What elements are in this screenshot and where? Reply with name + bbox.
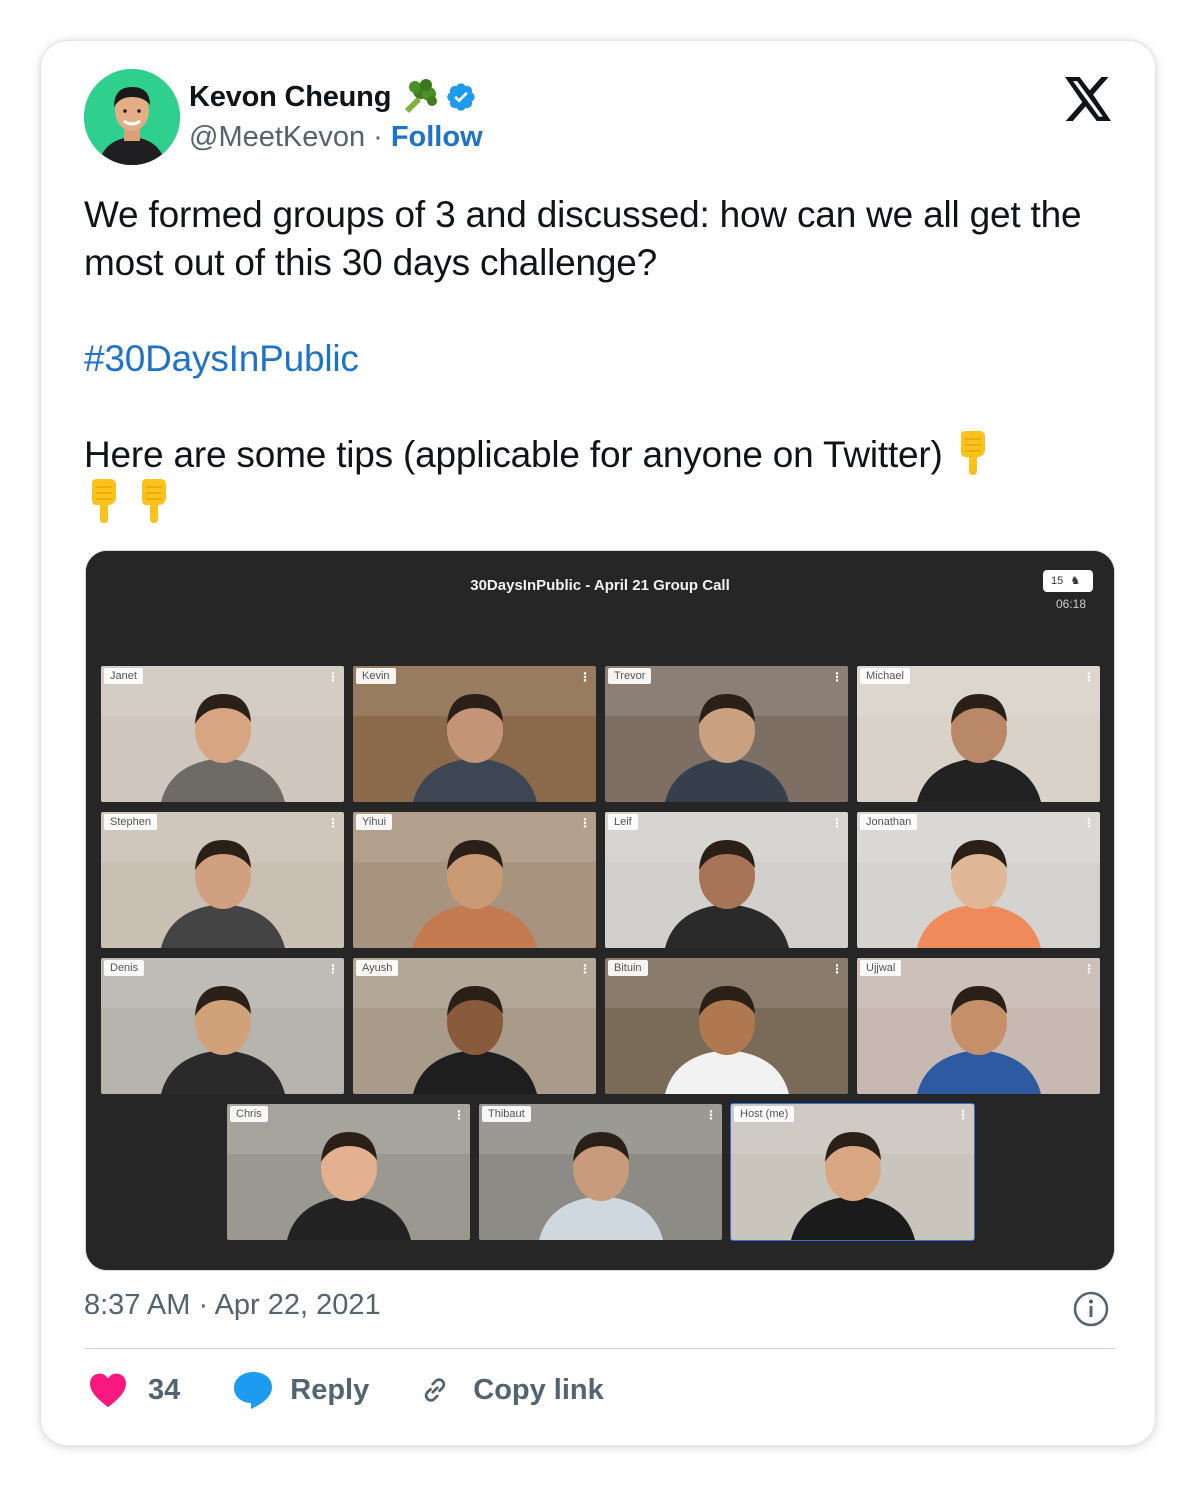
participant-tile[interactable]: Host (me) ⋮ xyxy=(730,1103,975,1241)
participant-video xyxy=(227,1104,470,1240)
participant-tile[interactable]: Jonathan ⋮ xyxy=(857,812,1100,948)
participant-video xyxy=(353,958,596,1094)
participant-name: Leif xyxy=(608,814,638,830)
tile-menu-icon[interactable]: ⋮ xyxy=(327,962,339,976)
participant-count-badge: 15 ♞ xyxy=(1043,570,1093,592)
tile-menu-icon[interactable]: ⋮ xyxy=(579,670,591,684)
participant-video xyxy=(353,812,596,948)
participant-name: Chris xyxy=(230,1106,268,1122)
participant-video xyxy=(857,812,1100,948)
video-call-screenshot: 30DaysInPublic - April 21 Group Call 15 … xyxy=(86,551,1114,1270)
participant-tile[interactable]: Trevor ⋮ xyxy=(605,666,848,802)
participant-name: Ujjwal xyxy=(860,960,902,976)
info-icon[interactable] xyxy=(1073,1291,1109,1327)
reply-button[interactable]: Reply xyxy=(232,1370,369,1410)
follow-link[interactable]: Follow xyxy=(391,121,483,154)
tile-menu-icon[interactable]: ⋮ xyxy=(831,670,843,684)
participant-video xyxy=(479,1104,722,1240)
tweet-timestamp[interactable]: 8:37 AM · Apr 22, 2021 xyxy=(84,1289,381,1322)
copy-link-button[interactable]: Copy link xyxy=(417,1372,604,1408)
participant-video xyxy=(605,958,848,1094)
participant-tile[interactable]: Kevin ⋮ xyxy=(353,666,596,802)
pointing-down-emoji xyxy=(134,479,174,523)
participant-tile[interactable]: Leif ⋮ xyxy=(605,812,848,948)
author-handle[interactable]: @MeetKevon xyxy=(189,121,365,154)
author-name[interactable]: Kevon Cheung xyxy=(189,81,391,114)
action-bar: 34 Reply Copy link xyxy=(84,1367,604,1413)
tile-menu-icon[interactable]: ⋮ xyxy=(579,816,591,830)
reply-label: Reply xyxy=(290,1373,370,1406)
participant-name: Thibaut xyxy=(482,1106,531,1122)
like-button[interactable]: 34 xyxy=(84,1372,180,1408)
tweet-text-line: Here are some tips (applicable for anyon… xyxy=(84,434,943,475)
tile-menu-icon[interactable]: ⋮ xyxy=(1083,816,1095,830)
participant-tile[interactable]: Stephen ⋮ xyxy=(101,812,344,948)
tweet-media-image[interactable]: 30DaysInPublic - April 21 Group Call 15 … xyxy=(85,550,1115,1271)
participant-name: Bituin xyxy=(608,960,648,976)
broccoli-icon xyxy=(399,79,439,115)
tweet-text-line: We formed groups of 3 and discussed: how… xyxy=(84,194,1082,283)
hashtag-link[interactable]: #30DaysInPublic xyxy=(84,338,359,379)
separator-dot: · xyxy=(373,120,383,153)
avatar[interactable] xyxy=(84,69,180,165)
participant-name: Jonathan xyxy=(860,814,918,830)
participant-name: Ayush xyxy=(356,960,399,976)
x-logo-icon[interactable] xyxy=(1065,77,1113,121)
call-timer: 06:18 xyxy=(1056,597,1087,611)
tweet-card: Kevon Cheung @MeetKevon · Follow We form… xyxy=(40,40,1156,1446)
participant-video xyxy=(101,812,344,948)
participant-video xyxy=(731,1104,974,1240)
participant-name: Trevor xyxy=(608,668,652,684)
pointing-down-emoji xyxy=(84,479,124,523)
participant-tile[interactable]: Chris ⋮ xyxy=(227,1104,470,1240)
tile-menu-icon[interactable]: ⋮ xyxy=(327,670,339,684)
participant-video xyxy=(101,958,344,1094)
tile-menu-icon[interactable]: ⋮ xyxy=(1083,962,1095,976)
tile-menu-icon[interactable]: ⋮ xyxy=(831,816,843,830)
participant-tile[interactable]: Yihui ⋮ xyxy=(353,812,596,948)
participant-tile[interactable]: Thibaut ⋮ xyxy=(479,1104,722,1240)
participant-name: Stephen xyxy=(104,814,157,830)
participant-name: Denis xyxy=(104,960,145,976)
like-count: 34 xyxy=(148,1373,181,1406)
participant-video xyxy=(857,666,1100,802)
link-icon xyxy=(417,1372,453,1408)
participant-video xyxy=(605,666,848,802)
participant-tile[interactable]: Bituin ⋮ xyxy=(605,958,848,1094)
copy-link-label: Copy link xyxy=(473,1373,604,1406)
heart-icon xyxy=(88,1372,128,1408)
participant-video xyxy=(605,812,848,948)
call-title: 30DaysInPublic - April 21 Group Call xyxy=(470,577,730,594)
people-icon: ♞ xyxy=(1070,575,1081,587)
participant-tile[interactable]: Ayush ⋮ xyxy=(353,958,596,1094)
tile-menu-icon[interactable]: ⋮ xyxy=(957,1108,969,1122)
divider xyxy=(84,1348,1116,1349)
participant-video xyxy=(857,958,1100,1094)
tweet-text: We formed groups of 3 and discussed: how… xyxy=(84,191,1114,527)
participant-video xyxy=(101,666,344,802)
tile-menu-icon[interactable]: ⋮ xyxy=(705,1108,717,1122)
tile-menu-icon[interactable]: ⋮ xyxy=(831,962,843,976)
pointing-down-emoji xyxy=(953,431,993,475)
participant-tile[interactable]: Denis ⋮ xyxy=(101,958,344,1094)
tile-menu-icon[interactable]: ⋮ xyxy=(327,816,339,830)
participant-tile[interactable]: Janet ⋮ xyxy=(101,666,344,802)
participant-name: Host (me) xyxy=(734,1106,795,1122)
author-block: Kevon Cheung @MeetKevon · Follow xyxy=(189,77,483,157)
participant-video xyxy=(353,666,596,802)
participant-name: Michael xyxy=(860,668,910,684)
verified-badge-icon xyxy=(445,81,477,113)
reply-bubble-icon xyxy=(232,1370,274,1410)
participant-name: Janet xyxy=(104,668,143,684)
participant-name: Yihui xyxy=(356,814,393,830)
participant-name: Kevin xyxy=(356,668,396,684)
tile-menu-icon[interactable]: ⋮ xyxy=(579,962,591,976)
tile-menu-icon[interactable]: ⋮ xyxy=(453,1108,465,1122)
tile-menu-icon[interactable]: ⋮ xyxy=(1083,670,1095,684)
participant-tile[interactable]: Michael ⋮ xyxy=(857,666,1100,802)
participant-tile[interactable]: Ujjwal ⋮ xyxy=(857,958,1100,1094)
participant-count: 15 xyxy=(1051,575,1064,587)
